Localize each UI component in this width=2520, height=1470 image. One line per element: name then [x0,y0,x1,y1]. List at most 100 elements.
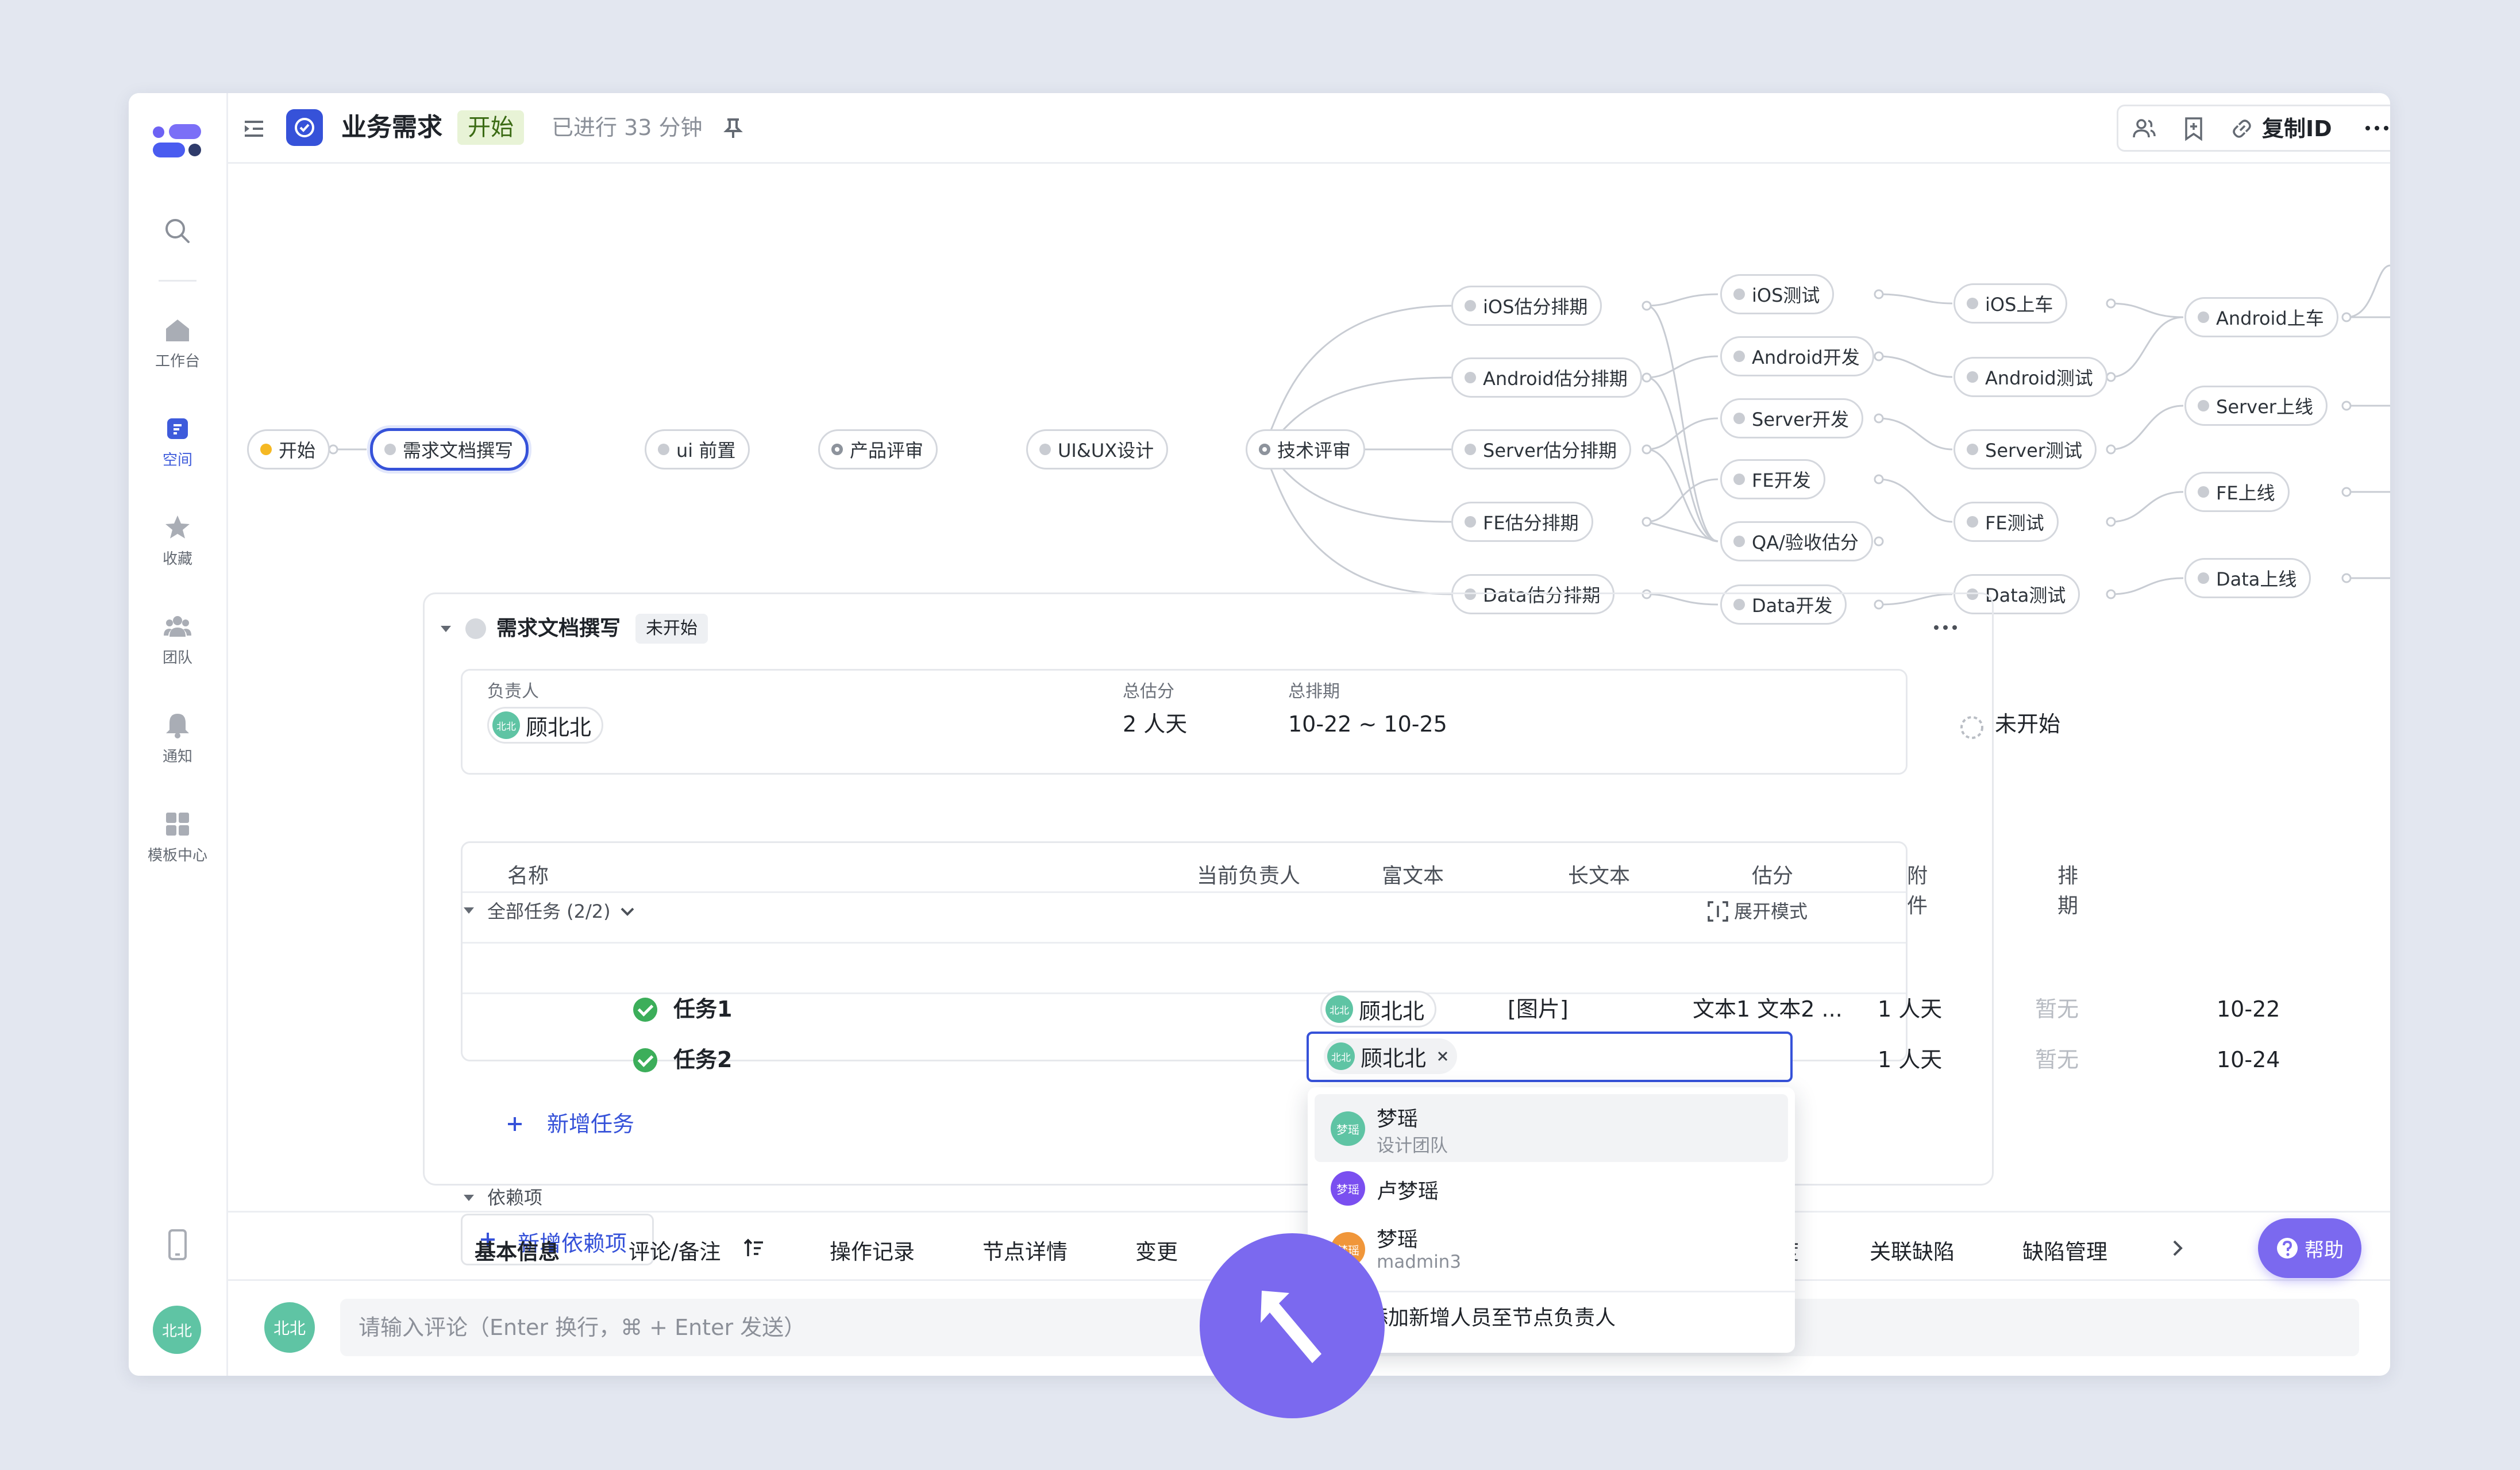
schedule-value[interactable]: 10-22 ~ 10-25 [1288,710,1447,738]
estimate-cell[interactable]: 1 人天 [1878,994,1942,1024]
node-state[interactable]: 未开始 [1995,710,2060,738]
tab-comments[interactable]: 评论/备注 [629,1234,720,1265]
long-text-cell[interactable]: 文本1 文本2 ... [1693,994,1843,1024]
flow-node-android-dev[interactable]: Android开发 [1720,336,1874,376]
done-check-icon[interactable] [633,998,657,1022]
header-actions: 复制ID [2117,105,2390,152]
assignee-option[interactable]: 梦瑶 梦瑶 设计团队 [1315,1094,1788,1162]
remove-icon[interactable] [1436,1050,1449,1063]
more-icon[interactable] [1933,623,1958,632]
flow-node-ios-estimate[interactable]: iOS估分排期 [1451,286,1602,326]
star-icon [165,515,190,538]
sidebar-item-workbench[interactable]: 工作台 [129,315,226,371]
flow-node-android-release[interactable]: Android上车 [2184,297,2338,337]
sort-icon[interactable] [742,1237,765,1260]
bookmark-icon[interactable] [2180,116,2207,142]
flow-node-qa-estimate[interactable]: QA/验收估分 [1720,521,1873,561]
done-check-icon[interactable] [633,1048,657,1072]
app-logo[interactable] [153,122,201,160]
flow-node-label: Server估分排期 [1483,440,1617,461]
flow-node-ios-release[interactable]: iOS上车 [1953,283,2068,324]
estimate-cell[interactable]: 1 人天 [1878,1045,1942,1075]
date-cell[interactable]: 10-22 [2217,994,2280,1024]
option-team: 设计团队 [1377,1136,1448,1156]
flow-node-server-test[interactable]: Server测试 [1953,429,2097,470]
requirement-type-icon [286,109,323,146]
flow-node-server-dev[interactable]: Server开发 [1720,398,1863,438]
rich-text-cell[interactable]: [图片] [1508,994,1569,1024]
flow-node-label: Server上线 [2216,396,2313,418]
attachment-cell[interactable]: 暂无 [2035,1045,2079,1075]
attachment-cell[interactable]: 暂无 [2035,994,2079,1024]
sidebar-divider [159,280,196,282]
assignee-editor[interactable]: 北北 顾北北 [1307,1032,1793,1082]
search-button[interactable] [129,216,226,246]
collapse-sidebar-icon[interactable] [241,116,267,141]
flow-node-fe-online[interactable]: FE上线 [2184,472,2290,512]
flow-node-tech-review[interactable]: 技术评审 [1246,429,1366,470]
flow-node-android-test[interactable]: Android测试 [1953,357,2107,397]
tab-bug-management[interactable]: 缺陷管理 [2022,1234,2107,1265]
flow-node-fe-dev[interactable]: FE开发 [1720,459,1825,499]
tab-activity-log[interactable]: 操作记录 [830,1234,915,1265]
flow-node-data-online[interactable]: Data上线 [2184,558,2311,598]
tab-basic-info[interactable]: 基本信息 [475,1234,560,1265]
members-icon[interactable] [2131,116,2157,142]
status-badge[interactable]: 开始 [457,110,524,145]
owner-name: 顾北北 [526,714,592,740]
date-cell[interactable]: 10-24 [2217,1045,2280,1075]
option-name: 卢梦瑶 [1377,1180,1439,1203]
task-name[interactable]: 任务2 [673,1045,732,1075]
collapse-caret-icon[interactable] [439,622,453,636]
elapsed-time: 已进行 33 分钟 [552,115,703,140]
flow-node-label: Android开发 [1752,347,1860,368]
mobile-button[interactable] [129,1228,226,1263]
user-avatar[interactable]: 北北 [153,1306,201,1354]
sidebar-item-space[interactable]: 空间 [129,414,226,470]
add-to-owner-label[interactable]: 添加新增人员至节点负责人 [1367,1301,1616,1331]
flow-node-ios-test[interactable]: iOS测试 [1720,274,1835,314]
schedule-label: 总排期 [1288,682,1340,702]
tab-node-details[interactable]: 节点详情 [982,1234,1068,1265]
flow-node-fe-test[interactable]: FE测试 [1953,502,2059,542]
flow-node-ui-pre[interactable]: ui 前置 [645,429,750,470]
flow-node-start[interactable]: 开始 [247,429,330,470]
copy-id-button[interactable]: 复制ID [2262,114,2332,143]
tab-linked-bugs[interactable]: 关联缺陷 [1870,1234,1955,1265]
plus-icon[interactable] [503,1113,526,1136]
flow-node-fe-estimate[interactable]: FE估分排期 [1451,502,1593,542]
flow-node-product-review[interactable]: 产品评审 [818,429,938,470]
flow-node-label: Android上车 [2216,307,2324,329]
more-icon[interactable] [2364,124,2390,133]
sidebar-item-notifications[interactable]: 通知 [129,710,226,766]
sidebar-item-team[interactable]: 团队 [129,611,226,667]
task-name[interactable]: 任务1 [673,994,732,1024]
tab-changes[interactable]: 变更 [1135,1234,1178,1265]
sidebar-item-label: 通知 [162,748,192,765]
chevron-right-icon[interactable] [2168,1238,2187,1259]
flow-node-server-online[interactable]: Server上线 [2184,386,2328,426]
flow-node-server-estimate[interactable]: Server估分排期 [1451,429,1631,470]
flow-node-uiux-design[interactable]: UI&UX设计 [1026,429,1169,470]
flow-node-label: Android测试 [1985,367,2093,389]
assignee-chip[interactable]: 北北 顾北北 [1320,991,1437,1028]
assignee-option[interactable]: 梦瑶 卢梦瑶 [1315,1162,1788,1215]
add-task-button[interactable]: 新增任务 [547,1110,634,1138]
collapse-caret-icon[interactable] [462,1191,476,1205]
flow-node-label: 开始 [279,440,316,461]
assignee-option[interactable]: 梦瑶 梦瑶 madmin3 [1315,1215,1788,1283]
tasks-table: 名称 当前负责人 富文本 长文本 估分 附件 排期 [461,841,2078,1061]
sidebar-item-label: 模板中心 [147,847,207,864]
flow-node-android-estimate[interactable]: Android估分排期 [1451,357,1642,398]
flow-node-requirement-doc[interactable]: 需求文档撰写 [370,428,529,471]
sidebar-item-favorites[interactable]: 收藏 [129,513,226,568]
owner-chip[interactable]: 北北 顾北北 [487,707,604,744]
pin-icon[interactable] [720,115,746,140]
selected-assignee-chip[interactable]: 北北 顾北北 [1324,1038,1458,1074]
dependencies-label: 依赖项 [487,1187,543,1209]
help-button[interactable]: 帮助 [2258,1218,2361,1278]
page-title: 业务需求 [341,113,442,142]
sidebar-item-templates[interactable]: 模板中心 [129,809,226,865]
team-icon [164,616,191,637]
workflow-connectors [328,264,2390,610]
